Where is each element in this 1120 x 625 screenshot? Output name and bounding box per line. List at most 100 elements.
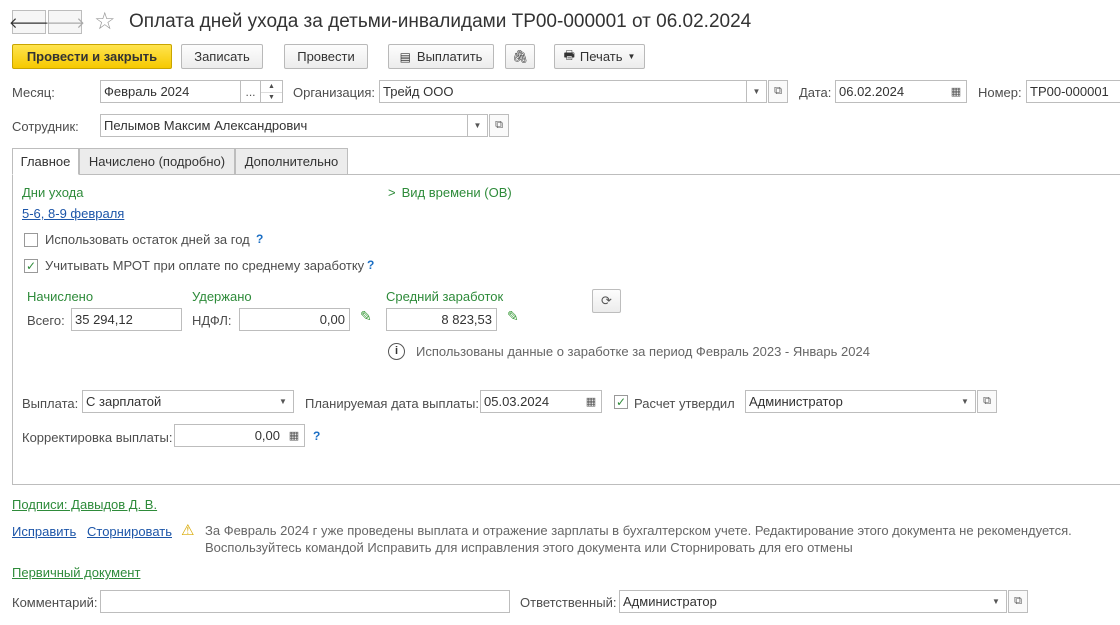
open-icon: ⧉ bbox=[495, 119, 503, 131]
use-remaining-checkbox[interactable] bbox=[24, 233, 38, 247]
print-button[interactable]: 🖶 Печать ▼ bbox=[554, 44, 645, 69]
primary-document-link[interactable]: Первичный документ bbox=[12, 565, 140, 580]
number-input[interactable]: ТР00-000001 bbox=[1026, 80, 1120, 103]
save-button[interactable]: Записать bbox=[181, 44, 263, 69]
approver-dropdown[interactable]: ▼ bbox=[955, 390, 976, 413]
post-button[interactable]: Провести bbox=[284, 44, 368, 69]
use-remaining-label: Использовать остаток дней за год bbox=[45, 232, 250, 247]
care-days-label: Дни ухода bbox=[22, 185, 84, 200]
signatures-link[interactable]: Подписи: Давыдов Д. В. bbox=[12, 497, 157, 512]
responsible-label: Ответственный: bbox=[520, 595, 617, 610]
fix-link[interactable]: Исправить bbox=[12, 524, 76, 539]
spin-up-icon[interactable]: ▲ bbox=[261, 81, 282, 92]
date-label: Дата: bbox=[799, 85, 832, 100]
chevron-down-icon: ▼ bbox=[279, 397, 287, 406]
payment-dropdown[interactable]: ▼ bbox=[273, 390, 294, 413]
checkmark-icon: ✓ bbox=[615, 395, 627, 409]
spin-down-icon[interactable]: ▼ bbox=[261, 92, 282, 102]
back-button[interactable]: 🡐 bbox=[8, 10, 50, 34]
post-and-close-button[interactable]: Провести и закрыть bbox=[12, 44, 172, 69]
calendar-icon: ▦ bbox=[950, 86, 962, 98]
organization-open-button[interactable]: ⧉ bbox=[768, 80, 788, 103]
refresh-icon: ⟳ bbox=[601, 293, 612, 308]
approved-label: Расчет утвердил bbox=[634, 396, 735, 411]
month-input[interactable]: Февраль 2024 bbox=[100, 80, 241, 103]
time-kind-link[interactable]: > Вид времени (ОВ) bbox=[388, 185, 512, 200]
calendar-icon: ▦ bbox=[585, 396, 597, 408]
approver-open-button[interactable]: ⧉ bbox=[977, 390, 997, 413]
refresh-button[interactable]: ⟳ bbox=[592, 289, 621, 313]
tab-accrued-detailed[interactable]: Начислено (подробно) bbox=[79, 148, 235, 175]
responsible-open-button[interactable]: ⧉ bbox=[1008, 590, 1028, 613]
organization-input[interactable]: Трейд ООО bbox=[379, 80, 747, 103]
time-kind-label: Вид времени (ОВ) bbox=[401, 185, 512, 200]
warning-line-1: За Февраль 2024 г уже проведены выплата … bbox=[205, 523, 1072, 538]
responsible-dropdown[interactable]: ▼ bbox=[986, 590, 1007, 613]
checkmark-icon: ✓ bbox=[25, 259, 37, 273]
total-label: Всего: bbox=[27, 313, 65, 328]
info-icon: i bbox=[388, 343, 405, 360]
correction-field[interactable]: 0,00 bbox=[174, 424, 285, 447]
avg-earnings-header: Средний заработок bbox=[386, 289, 504, 304]
comment-input[interactable] bbox=[100, 590, 510, 613]
correction-label: Корректировка выплаты: bbox=[22, 430, 173, 445]
responsible-input[interactable]: Администратор bbox=[619, 590, 987, 613]
avg-earnings-field: 8 823,53 bbox=[386, 308, 497, 331]
employee-label: Сотрудник: bbox=[12, 119, 79, 134]
care-days-link[interactable]: 5-6, 8-9 февраля bbox=[22, 206, 124, 221]
date-calendar-button[interactable]: ▦ bbox=[946, 80, 967, 103]
payment-input[interactable]: С зарплатой bbox=[82, 390, 274, 413]
month-spinner[interactable]: ▲ ▼ bbox=[261, 80, 283, 103]
month-label: Месяц: bbox=[12, 85, 55, 100]
comment-label: Комментарий: bbox=[12, 595, 98, 610]
pay-button[interactable]: ▤ Выплатить bbox=[388, 44, 494, 69]
ndfl-field: 0,00 bbox=[239, 308, 350, 331]
mrot-checkbox[interactable]: ✓ bbox=[24, 259, 38, 273]
info-text: Использованы данные о заработке за перио… bbox=[416, 344, 870, 359]
help-icon[interactable]: ? bbox=[256, 232, 263, 246]
payment-label: Выплата: bbox=[22, 396, 79, 411]
date-input[interactable]: 06.02.2024 bbox=[835, 80, 947, 103]
organization-dropdown[interactable]: ▼ bbox=[747, 80, 767, 103]
chevron-down-icon: ▼ bbox=[752, 87, 761, 96]
month-select-button[interactable]: ... bbox=[241, 80, 261, 103]
warning-line-2: Воспользуйтесь командой Исправить для ис… bbox=[205, 540, 853, 555]
pencil-icon[interactable]: ✎ bbox=[507, 308, 519, 325]
planned-date-input[interactable]: 05.03.2024 bbox=[480, 390, 582, 413]
star-icon[interactable]: ☆ bbox=[94, 7, 116, 36]
help-icon[interactable]: ? bbox=[367, 258, 374, 272]
arrow-left-icon: 🡐 bbox=[8, 14, 50, 32]
printer-icon: 🖶 bbox=[563, 48, 575, 62]
approved-checkbox[interactable]: ✓ bbox=[614, 395, 628, 409]
pay-button-label: Выплатить bbox=[416, 49, 483, 64]
approver-input[interactable]: Администратор bbox=[745, 390, 956, 413]
warning-icon: ⚠ bbox=[181, 522, 195, 539]
chevron-down-icon: ▼ bbox=[961, 397, 969, 406]
open-icon: ⧉ bbox=[774, 85, 782, 97]
open-icon: ⧉ bbox=[1014, 595, 1022, 607]
arrow-right-icon: 🡒 bbox=[44, 14, 86, 32]
planned-date-calendar-button[interactable]: ▦ bbox=[581, 390, 602, 413]
page-title: Оплата дней ухода за детьми-инвалидами Т… bbox=[129, 11, 752, 32]
withheld-header: Удержано bbox=[192, 289, 252, 304]
total-field: 35 294,12 bbox=[71, 308, 182, 331]
employee-dropdown[interactable]: ▼ bbox=[468, 114, 488, 137]
tab-additional[interactable]: Дополнительно bbox=[235, 148, 348, 175]
calculator-icon: ▦ bbox=[288, 430, 300, 442]
employee-input[interactable]: Пелымов Максим Александрович bbox=[100, 114, 468, 137]
tab-main[interactable]: Главное bbox=[12, 148, 79, 175]
print-button-label: Печать bbox=[579, 49, 623, 64]
calculator-button[interactable]: ▦ bbox=[284, 424, 305, 447]
forward-button[interactable]: 🡒 bbox=[44, 10, 86, 34]
pencil-icon[interactable]: ✎ bbox=[360, 308, 372, 325]
chevron-down-icon: ▼ bbox=[473, 121, 482, 130]
chevron-down-icon: ▼ bbox=[992, 597, 1000, 606]
reverse-link[interactable]: Сторнировать bbox=[87, 524, 172, 539]
attach-button[interactable]: 🖇 bbox=[505, 44, 535, 69]
employee-open-button[interactable]: ⧉ bbox=[489, 114, 509, 137]
organization-label: Организация: bbox=[293, 85, 376, 100]
help-icon[interactable]: ? bbox=[313, 429, 320, 443]
mrot-label: Учитывать МРОТ при оплате по среднему за… bbox=[45, 258, 365, 273]
document-icon: ▤ bbox=[399, 49, 411, 64]
ndfl-label: НДФЛ: bbox=[192, 313, 232, 328]
